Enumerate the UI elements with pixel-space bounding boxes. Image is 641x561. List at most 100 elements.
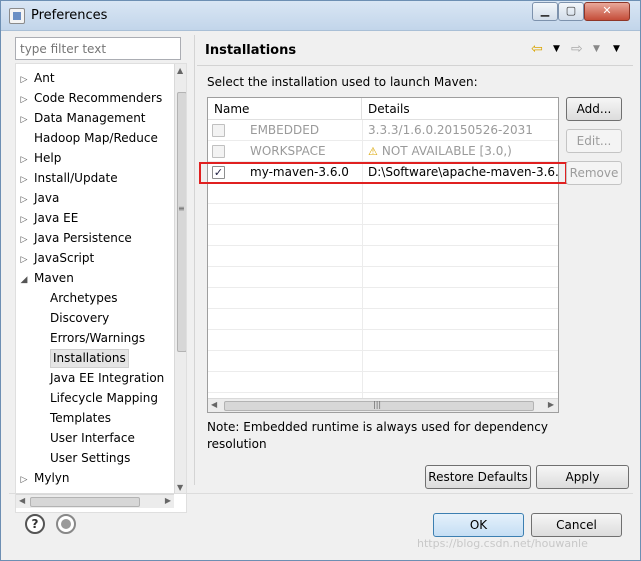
empty-table-row xyxy=(208,267,558,288)
tree-item[interactable]: ▷ Code Recommenders xyxy=(18,88,163,110)
tree-item[interactable]: ◢ Maven xyxy=(18,268,74,288)
collapsed-arrow-icon[interactable]: ▷ xyxy=(18,470,30,490)
collapsed-arrow-icon[interactable]: ▷ xyxy=(18,210,30,230)
scroll-up-icon[interactable]: ▲ xyxy=(177,66,183,75)
title-bar[interactable]: Preferences ▁ ▢ ✕ xyxy=(1,1,640,31)
tree-item[interactable]: Java EE Integration xyxy=(50,368,164,388)
tree-item[interactable]: ▷ Install/Update xyxy=(18,168,118,188)
tree-item-label: Ant xyxy=(34,71,55,85)
tree-item-label: Mylyn xyxy=(34,471,70,485)
preferences-app-icon xyxy=(9,8,25,24)
note-text: Note: Embedded runtime is always used fo… xyxy=(207,420,548,451)
empty-table-row xyxy=(208,225,558,246)
installations-table[interactable]: Name Details EMBEDDED 3.3.3/1.6.0.2015052… xyxy=(207,97,559,413)
chevron-down-icon[interactable]: ▼ xyxy=(593,44,600,54)
collapsed-arrow-icon[interactable]: ▷ xyxy=(18,70,30,90)
tree-item-label: Java EE Integration xyxy=(50,371,165,385)
collapsed-arrow-icon[interactable]: ▷ xyxy=(18,190,30,210)
tree-item-label: Data Management xyxy=(34,111,146,125)
preferences-window: Preferences ▁ ▢ ✕ ▷ Ant ▷ Code Recommenders… xyxy=(0,0,641,561)
filter-input[interactable] xyxy=(15,37,181,60)
watermark: https://blog.csdn.net/houwanle xyxy=(417,537,588,550)
tree-item-label: Help xyxy=(34,151,62,165)
page-navigation: ⇦ ▼ ⇨ ▼ ▼ xyxy=(531,41,627,59)
restore-defaults-button[interactable]: Restore Defaults xyxy=(425,465,531,489)
tree-item-label: Discovery xyxy=(50,311,110,325)
installation-details: 3.3.3/1.6.0.20150526-2031 xyxy=(368,123,533,137)
preference-tree[interactable]: ▷ Ant ▷ Code Recommenders ▷ Data Management Ha… xyxy=(15,63,187,513)
tree-item-label: Java xyxy=(34,191,60,205)
tree-item-label: User Settings xyxy=(50,451,131,465)
collapsed-arrow-icon[interactable]: ▷ xyxy=(18,250,30,270)
scroll-left-icon[interactable]: ◀ xyxy=(19,496,25,505)
tree-item[interactable]: ▷ Java Persistence xyxy=(18,228,132,248)
tree-item[interactable]: User Interface xyxy=(50,428,135,448)
column-header-details[interactable]: Details xyxy=(362,98,558,120)
scroll-left-icon[interactable]: ◀ xyxy=(211,400,217,409)
tree-item[interactable]: Hadoop Map/Reduce xyxy=(18,128,158,148)
scroll-down-icon[interactable]: ▼ xyxy=(177,483,183,492)
table-row[interactable]: WORKSPACE ⚠ NOT AVAILABLE [3.0,) xyxy=(208,141,558,162)
preference-navigation: ▷ Ant ▷ Code Recommenders ▷ Data Management Ha… xyxy=(9,35,187,513)
collapsed-arrow-icon[interactable]: ▷ xyxy=(18,170,30,190)
tree-horizontal-scrollbar[interactable]: ◀ ▶ xyxy=(16,494,174,508)
scroll-right-icon[interactable]: ▶ xyxy=(548,400,554,409)
close-button[interactable]: ✕ xyxy=(584,2,630,21)
tree-vertical-scrollbar[interactable]: ▲ ≡ ▼ xyxy=(174,64,186,494)
scroll-right-icon[interactable]: ▶ xyxy=(165,496,171,505)
scroll-thumb[interactable] xyxy=(30,497,140,507)
tree-item-label: Code Recommenders xyxy=(34,91,163,105)
tree-item[interactable]: ▷ Help xyxy=(18,148,62,170)
view-menu-icon[interactable]: ▼ xyxy=(613,44,620,54)
installation-details-text: NOT AVAILABLE [3.0,) xyxy=(381,144,512,158)
tree-item[interactable]: Discovery xyxy=(50,308,109,328)
column-header-name[interactable]: Name xyxy=(208,98,362,120)
installation-name: EMBEDDED xyxy=(250,123,320,137)
tree-item-label: Java Persistence xyxy=(34,231,132,245)
tree-item[interactable]: ▷ Ant xyxy=(18,68,55,88)
record-macro-icon[interactable] xyxy=(56,514,76,534)
panel-divider[interactable] xyxy=(194,35,195,485)
minimize-button[interactable]: ▁ xyxy=(532,2,558,21)
collapsed-arrow-icon[interactable]: ▷ xyxy=(18,110,30,130)
grip-icon: ||| xyxy=(373,400,382,409)
grip-icon: ≡ xyxy=(178,204,185,213)
installation-checkbox[interactable] xyxy=(212,124,225,137)
tree-item[interactable]: Errors/Warnings xyxy=(50,328,145,348)
table-horizontal-scrollbar[interactable]: ◀ ||| ▶ xyxy=(208,398,558,412)
expanded-arrow-icon[interactable]: ◢ xyxy=(18,270,30,290)
tree-item[interactable]: ▷ Java xyxy=(18,188,60,210)
tree-item[interactable]: Lifecycle Mapping xyxy=(50,388,158,408)
tree-item[interactable]: ▷ Mylyn xyxy=(18,468,70,488)
tree-item[interactable]: Archetypes xyxy=(50,288,118,308)
arrow-right-icon[interactable]: ⇨ xyxy=(571,41,583,57)
installation-checkbox[interactable] xyxy=(212,145,225,158)
apply-button[interactable]: Apply xyxy=(536,465,629,489)
tree-item-label: Install/Update xyxy=(34,171,118,185)
help-icon[interactable]: ? xyxy=(25,514,45,534)
table-row[interactable]: EMBEDDED 3.3.3/1.6.0.20150526-2031 xyxy=(208,120,558,141)
collapsed-arrow-icon[interactable]: ▷ xyxy=(18,90,30,110)
tree-item[interactable]: ▷ Data Management xyxy=(18,108,146,128)
tree-item-label: Java EE xyxy=(34,211,79,225)
add-button[interactable]: Add... xyxy=(566,97,622,121)
tree-item[interactable]: Installations xyxy=(50,348,129,368)
tree-item[interactable]: Templates xyxy=(50,408,111,428)
ok-button[interactable]: OK xyxy=(433,513,524,537)
edit-button[interactable]: Edit... xyxy=(566,129,622,153)
cancel-button[interactable]: Cancel xyxy=(531,513,622,537)
tree-item[interactable]: User Settings xyxy=(50,448,130,468)
chevron-down-icon[interactable]: ▼ xyxy=(553,44,560,54)
tree-item-label: Archetypes xyxy=(50,291,118,305)
maximize-button[interactable]: ▢ xyxy=(558,2,584,21)
arrow-left-icon[interactable]: ⇦ xyxy=(531,41,543,57)
installation-name: WORKSPACE xyxy=(250,144,326,158)
scroll-thumb[interactable] xyxy=(177,92,186,352)
tree-item[interactable]: ▷ Java EE xyxy=(18,208,79,230)
empty-table-row xyxy=(208,288,558,309)
tree-item[interactable]: ▷ JavaScript xyxy=(18,248,95,270)
page-title: Installations xyxy=(205,43,297,58)
collapsed-arrow-icon[interactable]: ▷ xyxy=(18,150,30,170)
remove-button[interactable]: Remove xyxy=(566,161,622,185)
collapsed-arrow-icon[interactable]: ▷ xyxy=(18,230,30,250)
